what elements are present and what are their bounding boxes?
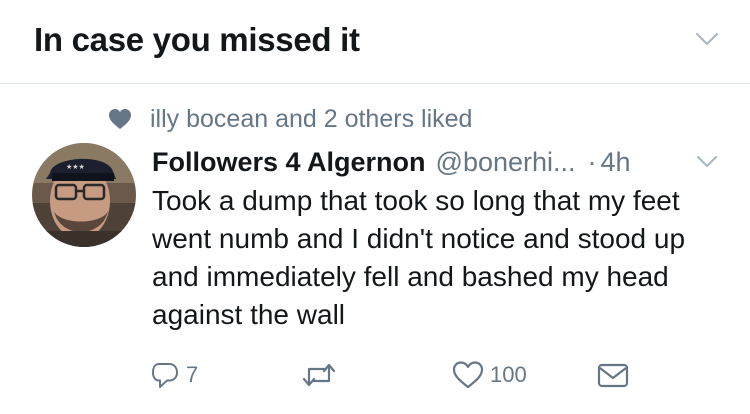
reply-icon bbox=[152, 363, 178, 388]
like-count: 100 bbox=[490, 362, 527, 387]
heart-outline-icon bbox=[452, 361, 484, 389]
reply-count: 7 bbox=[186, 362, 199, 387]
direct-message-button[interactable] bbox=[596, 358, 630, 392]
user-handle[interactable]: @bonerhi... bbox=[436, 147, 576, 178]
retweet-button[interactable] bbox=[302, 358, 342, 392]
reply-button[interactable]: 7 bbox=[150, 358, 198, 392]
envelope-icon bbox=[597, 363, 629, 388]
retweet-icon bbox=[302, 363, 336, 387]
chevron-down-icon[interactable] bbox=[696, 154, 718, 168]
like-button[interactable]: 100 bbox=[452, 358, 527, 392]
tweet-header: Followers 4 Algernon @bonerhi... · 4h bbox=[152, 144, 631, 180]
tweet-actions: 7 100 bbox=[150, 358, 650, 392]
section-title: In case you missed it bbox=[34, 21, 360, 58]
section-header: In case you missed it bbox=[0, 0, 750, 84]
tweet-text: Took a dump that took so long that my fe… bbox=[152, 185, 686, 330]
tweet-timestamp[interactable]: 4h bbox=[601, 147, 631, 178]
chevron-down-icon[interactable] bbox=[694, 30, 720, 48]
social-context: illy bocean and 2 others liked bbox=[108, 104, 472, 134]
svg-text:★★★: ★★★ bbox=[66, 163, 85, 171]
avatar-image: ★★★ bbox=[32, 143, 136, 247]
heart-filled-icon bbox=[109, 109, 131, 129]
separator-dot: · bbox=[587, 146, 597, 177]
social-context-text: illy bocean and 2 others liked bbox=[150, 104, 473, 133]
avatar[interactable]: ★★★ bbox=[32, 143, 136, 247]
display-name[interactable]: Followers 4 Algernon bbox=[152, 147, 426, 178]
